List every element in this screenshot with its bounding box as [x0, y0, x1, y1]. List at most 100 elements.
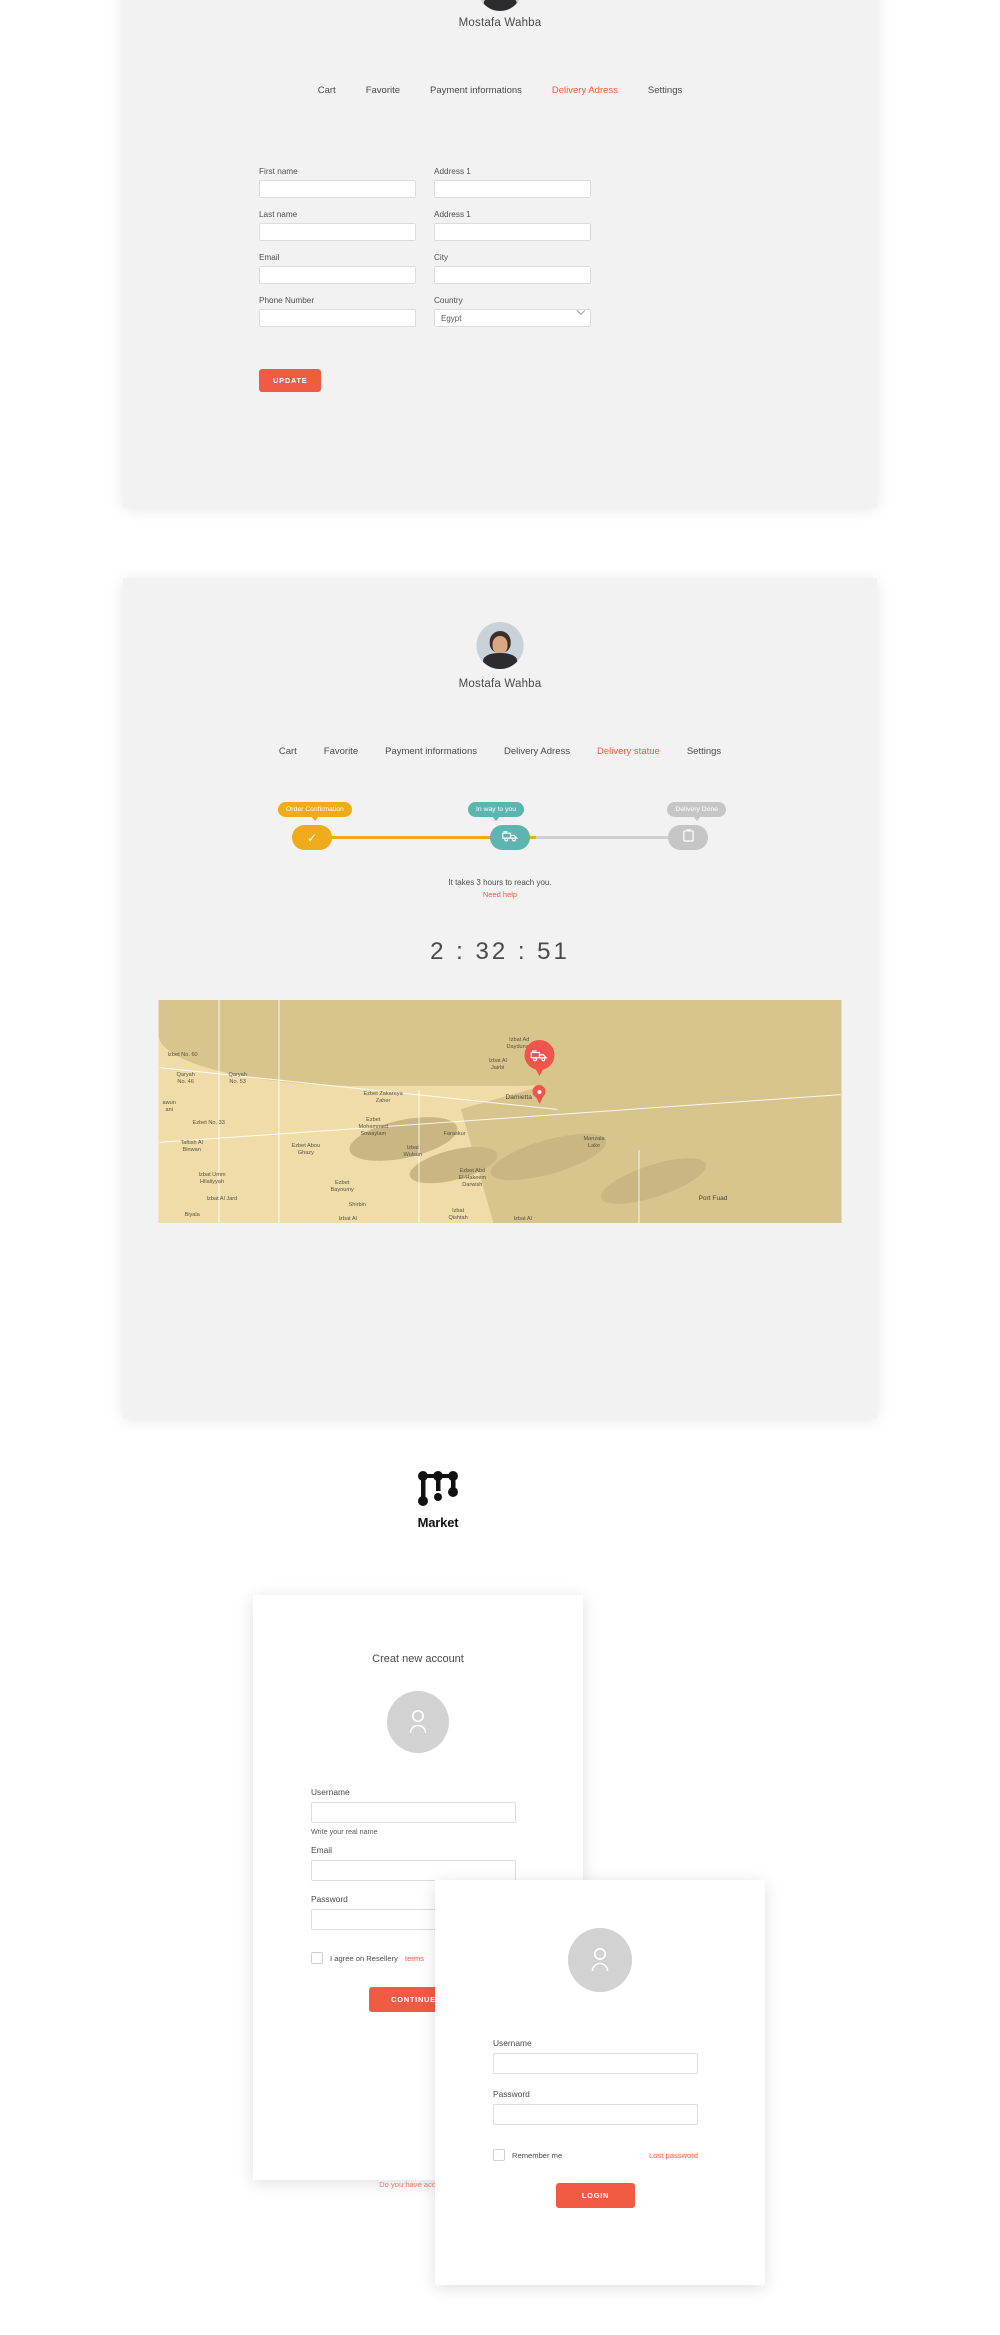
terms-link[interactable]: terms — [405, 1954, 424, 1963]
terms-checkbox[interactable] — [311, 1952, 323, 1964]
step-node-order-confirmation[interactable]: ✓ — [292, 825, 332, 850]
package-icon — [682, 828, 694, 847]
brand-name: Market — [417, 1515, 459, 1530]
login-button[interactable]: LOGIN — [555, 2183, 636, 2208]
signup-email-input[interactable] — [311, 1860, 516, 1881]
tab-settings[interactable]: Settings — [648, 85, 682, 96]
login-password-input[interactable] — [493, 2104, 698, 2125]
country-select[interactable]: Egypt — [434, 309, 591, 327]
map-road — [278, 1000, 280, 1223]
signup-email-label: Email — [311, 1845, 332, 1855]
map-road — [218, 1000, 220, 1223]
profile-name: Mostafa Wahba — [458, 17, 542, 29]
profile-tabs: Cart Favorite Payment informations Deliv… — [123, 746, 877, 757]
login-options-row: Remember me Lost password — [493, 2149, 698, 2161]
tab-payment-informations[interactable]: Payment informations — [430, 85, 522, 96]
delivery-address-panel: Mostafa Wahba Cart Favorite Payment info… — [123, 0, 877, 507]
delivery-truck-icon — [501, 829, 519, 847]
countdown-timer: 2 : 32 : 51 — [430, 938, 570, 965]
country-selected-value: Egypt — [441, 313, 462, 323]
step-label-order-confirmation: Order Confirmation — [278, 802, 352, 821]
login-form: Username Password Remember me Lost passw… — [493, 2038, 698, 2208]
login-username-input[interactable] — [493, 2053, 698, 2074]
last-name-label: Last name — [259, 210, 298, 219]
tab-delivery-adress[interactable]: Delivery Adress — [504, 746, 570, 757]
tab-favorite[interactable]: Favorite — [366, 85, 400, 96]
remember-me-checkbox[interactable] — [493, 2149, 505, 2161]
location-pin-icon[interactable] — [532, 1085, 546, 1104]
tab-delivery-statue[interactable]: Delivery statue — [597, 746, 660, 757]
eta-text: It takes 3 hours to reach you. — [448, 878, 552, 887]
login-username-label: Username — [493, 2038, 532, 2048]
email-input[interactable] — [259, 266, 416, 284]
address-2-label: Address 1 — [434, 210, 471, 219]
map-label: Shirbin — [348, 1202, 366, 1208]
brand-logo-group: Market — [393, 1470, 483, 1530]
tab-cart[interactable]: Cart — [318, 85, 336, 96]
address-form-left-column: First name Last name Email Phone Number — [259, 167, 416, 333]
map-label: Izbat Wulsun — [403, 1145, 423, 1158]
step-node-delivery-done[interactable] — [668, 825, 708, 850]
update-button[interactable]: UPDATE — [259, 369, 322, 392]
address-form-right-column: Address 1 Address 1 City Country Egypt — [434, 167, 591, 333]
email-label: Email — [259, 253, 280, 262]
check-icon: ✓ — [306, 830, 318, 845]
address-1-input[interactable] — [434, 180, 591, 198]
map-label: Biyala — [184, 1212, 200, 1218]
address-1-label: Address 1 — [434, 167, 471, 176]
tab-settings[interactable]: Settings — [687, 746, 721, 757]
first-name-label: First name — [259, 167, 298, 176]
map-label: Port Fuad — [698, 1195, 728, 1202]
phone-number-input[interactable] — [259, 309, 416, 327]
signup-username-input[interactable] — [311, 1802, 516, 1823]
map-label: Ezbet Mohammed Sowaylam — [358, 1117, 389, 1137]
tab-delivery-adress[interactable]: Delivery Adress — [552, 85, 618, 96]
first-name-input[interactable] — [259, 180, 416, 198]
tab-cart[interactable]: Cart — [279, 746, 297, 757]
map-label: Damietta — [505, 1094, 532, 1101]
user-placeholder-icon — [568, 1928, 632, 1992]
first-name-field: First name — [259, 167, 416, 198]
map-label: Manzala Lake — [583, 1136, 605, 1149]
map-label: Faraskur — [443, 1131, 466, 1137]
map-label: Ezbet Bayoumy — [330, 1180, 354, 1193]
address-2-input[interactable] — [434, 223, 591, 241]
phone-number-field: Phone Number — [259, 296, 416, 327]
map-label: Izbat Al Jairbi — [488, 1058, 507, 1071]
delivery-progress-tracker: Order Confirmation In way to you Deliver… — [278, 802, 726, 852]
signup-username-hint: Write your real name — [311, 1827, 378, 1836]
step-label-in-way-to-you: In way to you — [468, 802, 525, 821]
map-label: Izbat Al — [513, 1216, 532, 1222]
address-1-field: Address 1 — [434, 167, 591, 198]
map-label: Ezbet Zakareya Zaher — [363, 1091, 403, 1104]
delivery-truck-marker[interactable] — [524, 1040, 555, 1076]
signup-title: Creat new account — [372, 1653, 464, 1665]
step-node-in-way-to-you[interactable] — [490, 825, 530, 850]
map-label: Izbat Umm Hilaliyyah — [198, 1172, 226, 1185]
lost-password-link[interactable]: Lost password — [649, 2151, 698, 2160]
signup-username-label: Username — [311, 1787, 350, 1797]
market-dots-logo-icon — [415, 1470, 461, 1510]
last-name-field: Last name — [259, 210, 416, 241]
remember-me-label: Remember me — [512, 2150, 563, 2160]
login-card: Username Password Remember me Lost passw… — [435, 1880, 765, 2285]
step-label-delivery-done: Delivery Done — [667, 802, 726, 821]
delivery-map[interactable]: Izbet No. 60 Qaryah No. 46 Qaryah No. 53 aw… — [158, 1000, 842, 1223]
map-label: Taftish Al Binwan — [180, 1140, 203, 1153]
map-road — [638, 1150, 640, 1223]
email-field: Email — [259, 253, 416, 284]
city-input[interactable] — [434, 266, 591, 284]
map-label: Izbet No. 60 — [167, 1052, 198, 1058]
map-label: Ezbet No. 33 — [192, 1120, 225, 1126]
phone-number-label: Phone Number — [259, 296, 315, 305]
tab-payment-informations[interactable]: Payment informations — [385, 746, 477, 757]
need-help-link[interactable]: Need help — [123, 890, 877, 899]
delivery-status-panel: Mostafa Wahba Cart Favorite Payment info… — [123, 578, 877, 1418]
map-label: Ezbet Abou Ghazy — [291, 1143, 321, 1156]
tab-favorite[interactable]: Favorite — [324, 746, 358, 757]
country-field: Country Egypt — [434, 296, 591, 327]
map-label: Ezbet Abd El-Hakeem Darwish — [458, 1168, 487, 1188]
map-label: Izbat Qishtah — [448, 1208, 468, 1221]
avatar — [476, 622, 524, 669]
last-name-input[interactable] — [259, 223, 416, 241]
